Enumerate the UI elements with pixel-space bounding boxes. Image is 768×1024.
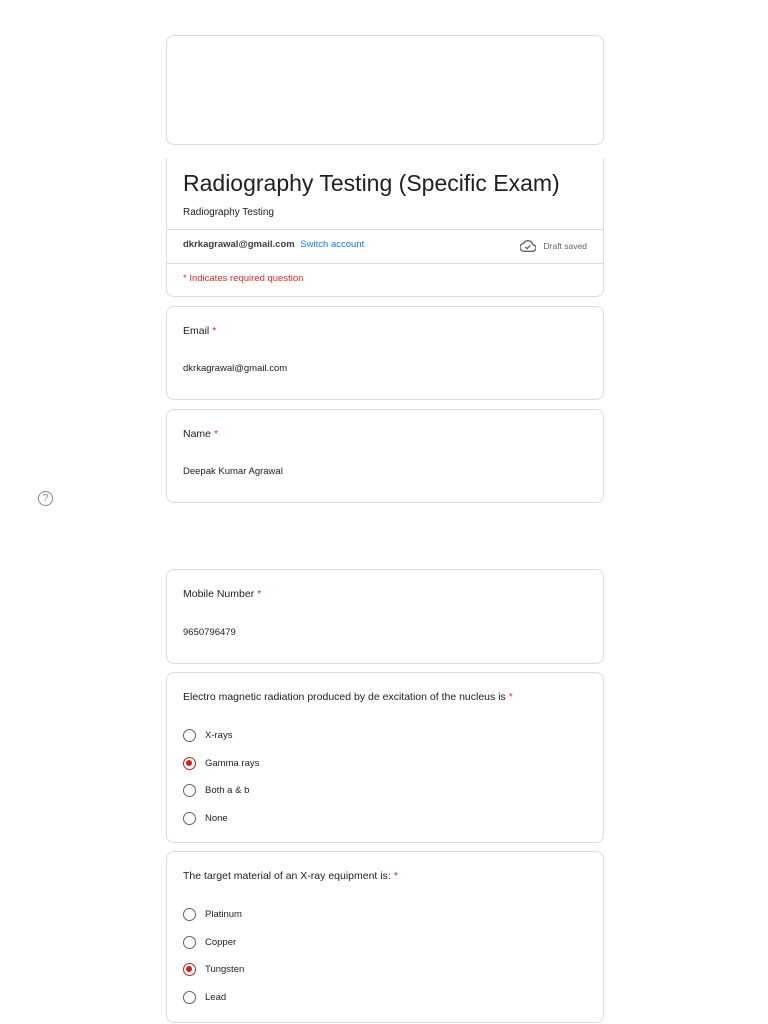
radio-option[interactable]: Gamma rays xyxy=(183,750,259,778)
account-email: dkrkagrawal@gmail.com xyxy=(183,239,295,250)
radio-button[interactable] xyxy=(183,729,196,743)
option-label: Lead xyxy=(205,991,227,1003)
label-text: Email xyxy=(183,325,210,337)
required-star: * xyxy=(257,588,262,600)
option-label: X-rays xyxy=(205,730,233,742)
required-note: * Indicates required question xyxy=(183,273,304,284)
mobile-answer: 9650796479 xyxy=(183,627,236,638)
question-email: Email * dkrkagrawal@gmail.com xyxy=(166,306,604,400)
radio-button[interactable] xyxy=(183,784,196,798)
radio-option[interactable]: None xyxy=(183,805,259,833)
option-label: Platinum xyxy=(205,909,242,921)
question-label: Electro magnetic radiation produced by d… xyxy=(183,691,513,703)
radio-group: X-rays Gamma rays Both a & b None xyxy=(183,722,259,832)
radio-option[interactable]: Platinum xyxy=(183,901,244,929)
switch-account-link[interactable]: Switch account xyxy=(300,239,364,250)
question-target-material: The target material of an X-ray equipmen… xyxy=(166,851,604,1023)
radio-button[interactable] xyxy=(183,963,196,977)
required-star: * xyxy=(214,428,219,440)
question-name: Name * Deepak Kumar Agrawal xyxy=(166,409,604,503)
radio-button[interactable] xyxy=(183,811,196,825)
draft-status: Draft saved xyxy=(519,240,587,252)
form-title: Radiography Testing (Specific Exam) xyxy=(183,170,560,196)
radio-button[interactable] xyxy=(183,908,196,922)
option-label: Both a & b xyxy=(205,785,250,797)
radio-option[interactable]: Copper xyxy=(183,929,244,957)
help-icon[interactable]: ? xyxy=(38,491,53,506)
radio-option[interactable]: Tungsten xyxy=(183,956,244,984)
question-em-radiation: Electro magnetic radiation produced by d… xyxy=(166,672,604,843)
account-row: dkrkagrawal@gmail.com Switch account Dra… xyxy=(167,229,603,264)
radio-group: Platinum Copper Tungsten Lead xyxy=(183,901,244,1011)
option-label: Gamma rays xyxy=(205,757,260,769)
label-text: Mobile Number xyxy=(183,588,255,600)
form-description: Radiography Testing xyxy=(183,207,274,218)
question-label: The target material of an X-ray equipmen… xyxy=(183,870,398,882)
option-label: None xyxy=(205,812,228,824)
name-answer: Deepak Kumar Agrawal xyxy=(183,466,283,477)
radio-button[interactable] xyxy=(183,990,196,1004)
radio-button[interactable] xyxy=(183,756,196,770)
question-mobile: Mobile Number * 9650796479 xyxy=(166,569,604,664)
required-star: * xyxy=(393,870,398,882)
option-label: Copper xyxy=(205,936,237,948)
label-text: Name xyxy=(183,428,212,440)
radio-button[interactable] xyxy=(183,935,196,949)
label-text: Electro magnetic radiation produced by d… xyxy=(183,691,506,703)
option-label: Tungsten xyxy=(205,964,245,976)
question-label: Mobile Number * xyxy=(183,588,261,600)
account-info: dkrkagrawal@gmail.com Switch account xyxy=(183,239,364,250)
radio-option[interactable]: Both a & b xyxy=(183,777,259,805)
cloud-done-icon xyxy=(519,240,536,252)
label-text: The target material of an X-ray equipmen… xyxy=(183,870,391,882)
question-label: Email * xyxy=(183,325,216,337)
draft-status-label: Draft saved xyxy=(543,241,587,251)
required-star: * xyxy=(508,691,513,703)
email-answer: dkrkagrawal@gmail.com xyxy=(183,363,288,374)
header-banner xyxy=(166,35,604,145)
required-star: * xyxy=(212,325,217,337)
radio-option[interactable]: Lead xyxy=(183,984,244,1012)
question-label: Name * xyxy=(183,428,218,440)
form-header: Radiography Testing (Specific Exam) Radi… xyxy=(166,158,604,297)
radio-option[interactable]: X-rays xyxy=(183,722,259,750)
